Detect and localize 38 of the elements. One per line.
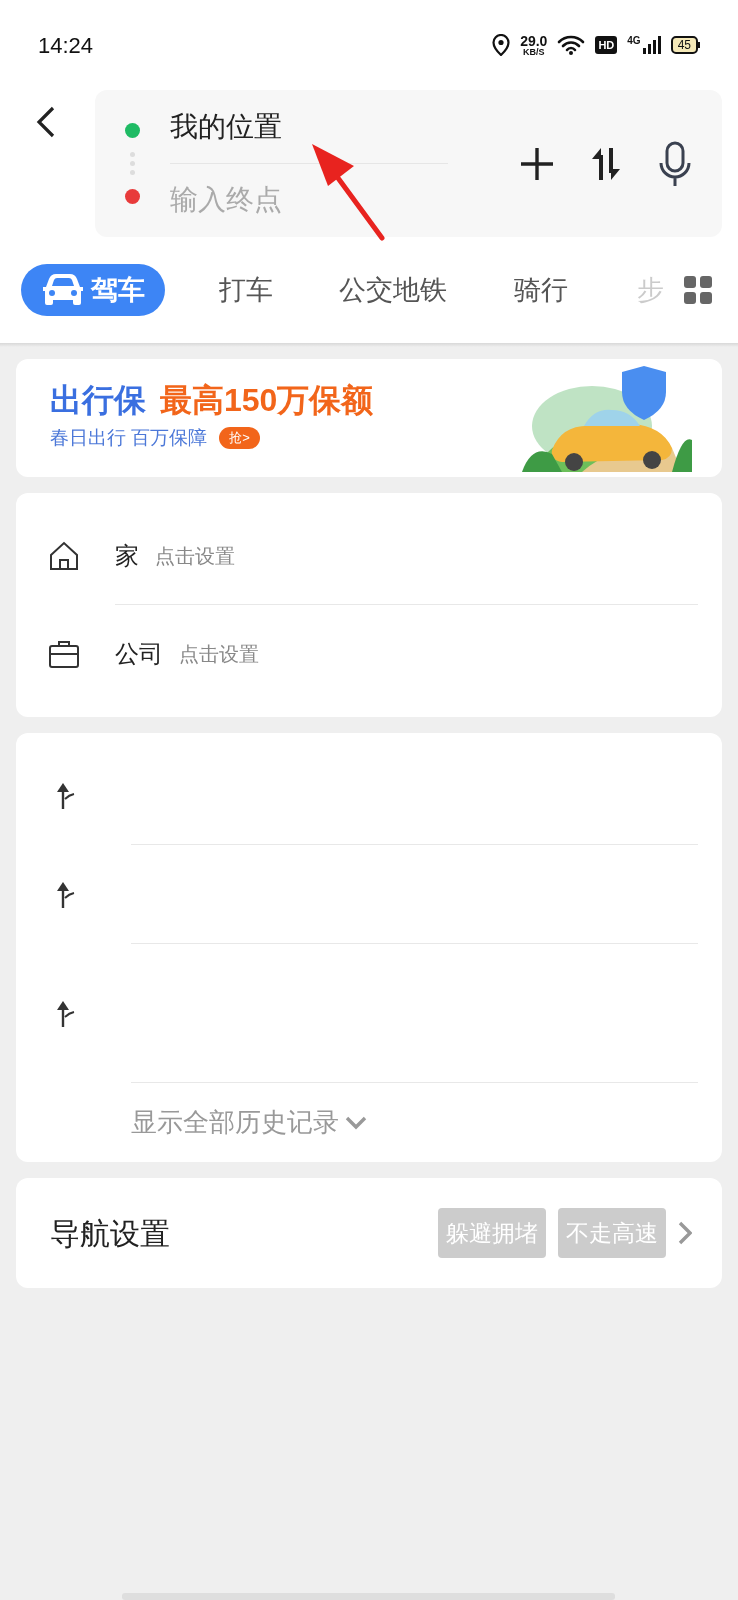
mode-tab[interactable]: 公交地铁 [339, 269, 447, 311]
hd-badge: HD [595, 36, 618, 54]
network-speed: 29.0 [520, 33, 548, 48]
add-icon[interactable] [520, 146, 554, 181]
place-hint: 点击设置 [155, 543, 235, 569]
chevron-down-icon [345, 1115, 367, 1130]
battery-indicator: 45 [670, 36, 700, 54]
microphone-icon[interactable] [658, 140, 692, 187]
route-arrow-icon [56, 999, 76, 1028]
mode-tab[interactable]: 骑行 [514, 269, 568, 311]
chevron-right-icon [678, 1221, 692, 1245]
wifi-icon [557, 35, 586, 55]
start-field[interactable]: 我的位置 [170, 91, 448, 164]
banner-subtitle: 春日出行 百万保障 [50, 425, 208, 450]
mode-tab[interactable]: 驾车 [21, 264, 165, 316]
place-hint: 点击设置 [179, 642, 259, 667]
place-row[interactable]: 家 点击设置 [48, 507, 698, 605]
route-arrow-icon [56, 880, 76, 909]
mode-tab[interactable]: 打车 [219, 269, 273, 311]
route-arrow-icon [56, 782, 76, 810]
swap-icon[interactable] [590, 146, 622, 181]
network-type: 4G [627, 36, 641, 46]
destination-field[interactable]: 输入终点 [170, 163, 448, 236]
clock: 14:24 [38, 31, 94, 60]
settings-title: 导航设置 [50, 1215, 170, 1252]
banner-title: 出行保 [50, 383, 146, 416]
speed-unit: KB/S [523, 47, 545, 57]
place-label: 家 [115, 540, 139, 571]
banner-headline: 最高150万保额 [160, 383, 374, 416]
insurance-banner[interactable]: 出行保 最高150万保额 春日出行 百万保障 抢> [16, 359, 722, 477]
briefcase-icon [48, 639, 80, 669]
car-icon [41, 273, 85, 307]
place-row[interactable]: 公司 点击设置 [48, 605, 698, 703]
home-icon [48, 541, 80, 571]
location-icon [492, 34, 511, 56]
signal-icon [642, 36, 661, 54]
grid-menu-icon[interactable] [684, 276, 712, 304]
place-label: 公司 [115, 639, 163, 669]
